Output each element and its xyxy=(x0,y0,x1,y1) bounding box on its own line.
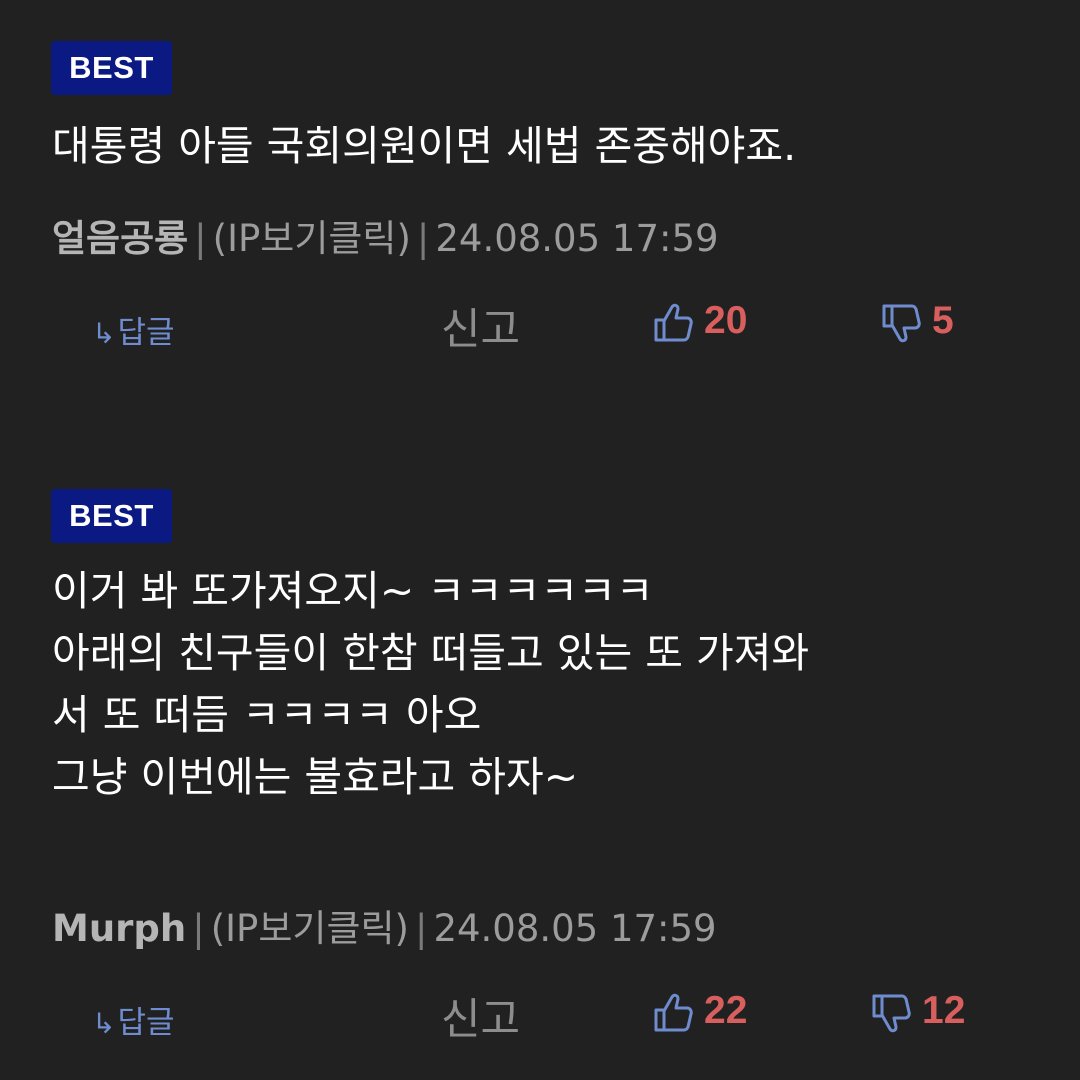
best-badge: BEST xyxy=(51,41,172,95)
meta-separator: | xyxy=(194,217,207,260)
reply-button[interactable]: ↳답글 xyxy=(92,997,175,1042)
comment-line: 그냥 이번에는 불효라고 하자~ xyxy=(52,753,579,801)
like-count: 20 xyxy=(704,299,748,342)
like-count: 22 xyxy=(704,989,748,1032)
reply-arrow-icon: ↳ xyxy=(92,317,116,350)
meta-separator: | xyxy=(414,907,428,950)
reply-arrow-icon: ↳ xyxy=(92,1007,116,1040)
thumbs-down-icon xyxy=(882,304,921,343)
dislike-count: 5 xyxy=(932,299,954,342)
timestamp: 24.08.05 17:59 xyxy=(435,217,719,260)
comment-text: 대통령 아들 국회의원이면 세법 존중해야죠. xyxy=(52,115,1040,177)
ip-view-link[interactable]: (IP보기클릭) xyxy=(211,907,409,950)
reply-button[interactable]: ↳답글 xyxy=(92,307,175,352)
report-button[interactable]: 신고 xyxy=(441,295,520,357)
thumbs-up-icon xyxy=(654,303,693,342)
meta-separator: | xyxy=(416,217,430,260)
comment-actions: ↳답글 신고 22 12 xyxy=(0,985,1080,1045)
comment-line: 이거 봐 또가져오지~ ㅋㅋㅋㅋㅋㅋ xyxy=(52,567,654,615)
author-name[interactable]: 얼음공룡 xyxy=(52,217,188,260)
comment-line: 서 또 떠듬 ㅋㅋㅋㅋ 아오 xyxy=(52,691,482,739)
comment-line: 대통령 아들 국회의원이면 세법 존중해야죠. xyxy=(52,122,797,170)
comment-text: 이거 봐 또가져오지~ ㅋㅋㅋㅋㅋㅋ 아래의 친구들이 한참 떠들고 있는 또 … xyxy=(52,560,1040,808)
thumbs-up-icon xyxy=(654,993,693,1032)
timestamp: 24.08.05 17:59 xyxy=(433,907,717,950)
meta-separator: | xyxy=(192,907,205,950)
ip-view-link[interactable]: (IP보기클릭) xyxy=(213,217,411,260)
best-badge: BEST xyxy=(51,489,172,543)
reply-label: 답글 xyxy=(117,315,175,351)
dislike-count: 12 xyxy=(922,989,966,1032)
author-name[interactable]: Murph xyxy=(52,907,186,950)
comment-line: 아래의 친구들이 한참 떠들고 있는 또 가져와 xyxy=(52,629,810,677)
comment-meta: Murph | (IP보기클릭) | 24.08.05 17:59 xyxy=(52,898,717,952)
comment-meta: 얼음공룡 | (IP보기클릭) | 24.08.05 17:59 xyxy=(52,208,719,262)
comment-actions: ↳답글 신고 20 5 xyxy=(0,295,1080,355)
thumbs-down-icon xyxy=(872,994,911,1033)
reply-label: 답글 xyxy=(117,1005,175,1041)
report-button[interactable]: 신고 xyxy=(441,985,520,1047)
